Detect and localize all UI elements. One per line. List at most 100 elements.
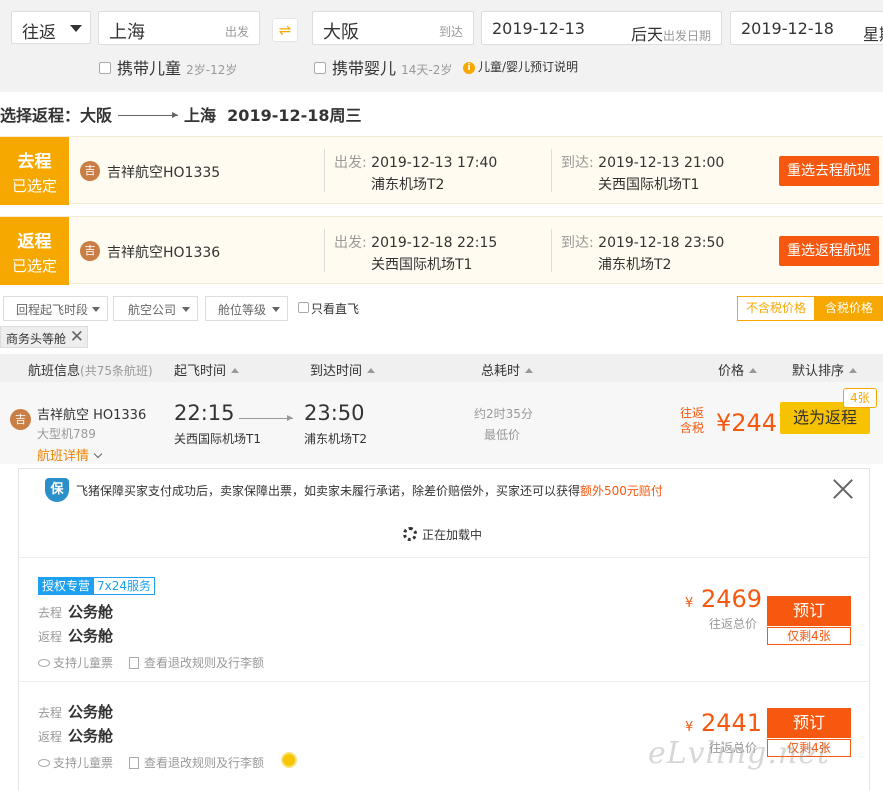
to-hint: 到达 [438, 25, 463, 39]
filter-cabin[interactable]: 舱位等级 [205, 296, 288, 321]
arr-airport: 浦东机场T2 [598, 257, 672, 273]
depart-date-hint: 出发日期 [662, 29, 711, 43]
seats-badge: 4张 [843, 388, 877, 408]
swap-cities-icon[interactable]: ⇌ [272, 18, 298, 42]
col-info-label: 航班信息 [28, 364, 81, 379]
infant-checkbox[interactable]: 携带婴儿 14天-2岁 [314, 55, 452, 79]
to-city-value: 大阪 [323, 22, 359, 43]
dep-time: 2019-12-13 17:40 [371, 155, 498, 171]
filter-airline[interactable]: 航空公司 [113, 296, 198, 321]
divider [324, 229, 325, 272]
flight-airline: 吉祥航空 HO1336 [37, 408, 147, 423]
sort-up-icon [231, 368, 240, 373]
chevron-down-icon [93, 449, 103, 459]
direct-only-checkbox[interactable]: 只看直飞 [298, 300, 359, 317]
trip-type-select[interactable]: 往返 [11, 11, 91, 44]
arr-time: 2019-12-18 23:50 [598, 235, 725, 251]
arr-label: 到达: [561, 155, 594, 171]
booking-info-link[interactable]: i 儿童/婴儿预订说明 [463, 58, 578, 75]
sort-duration[interactable]: 总耗时 [481, 360, 534, 379]
arr-time: 2019-12-13 21:00 [598, 155, 725, 171]
chevron-down-icon [182, 307, 190, 312]
price-labels: 往返 含税 [680, 406, 704, 436]
cabin-class: 公务舱 [68, 703, 114, 721]
loading-indicator: 正在加载中 [403, 526, 482, 543]
cabin-leg-label: 去程 [38, 706, 63, 720]
to-city-input[interactable]: 大阪 到达 [312, 11, 474, 45]
reselect-return-button[interactable]: 重选返程航班 [779, 236, 879, 266]
price-label-roundtrip: 往返 [680, 406, 705, 420]
return-leg-row: 返程 已选定 吉 吉祥航空HO1336 出发: 2019-12-18 22:15… [0, 216, 883, 285]
dep-time: 2019-12-18 22:15 [371, 235, 498, 251]
sort-arrival[interactable]: 到达时间 [310, 360, 376, 379]
chevron-down-icon [92, 307, 100, 312]
fare-option: 授权专营 7x24服务 去程 公务舱 返程 公务舱 支持儿童票 查看退改规则及行李额… [19, 557, 869, 680]
document-icon [129, 757, 139, 769]
total-price-label: 往返总价 [709, 617, 758, 631]
feature-label: 支持儿童票 [53, 756, 114, 770]
depart-date-input[interactable]: 2019-12-13 后天出发日期 [481, 11, 722, 45]
arr-airport: 关西国际机场T1 [598, 177, 700, 193]
book-button[interactable]: 预订 [767, 708, 851, 738]
fare-price: 2469 [701, 585, 763, 613]
return-date-input[interactable]: 2019-12-18 星期 [730, 11, 883, 45]
flight-arr-time: 23:50 [304, 401, 365, 425]
dep-label: 出发: [334, 155, 367, 171]
dep-airport: 浦东机场T2 [371, 177, 445, 193]
tax-price-toggle[interactable]: 不含税价格 含税价格 [737, 296, 883, 321]
notice-text: 飞猪保障买家支付成功后，卖家保障出票，如卖家未履行承诺，除差价赔偿外，买家还可以… [76, 482, 663, 499]
child-checkbox-box[interactable] [99, 62, 111, 74]
sort-up-icon [525, 368, 534, 373]
chip-label: 商务头等舱 [6, 332, 67, 346]
return-date-value: 2019-12-18 [741, 19, 834, 38]
airline-logo-icon: 吉 [80, 161, 100, 181]
feature-label: 查看退改规则及行李额 [144, 756, 265, 770]
sort-up-icon [849, 368, 858, 373]
flight-aircraft: 大型机789 [37, 427, 96, 441]
notice-main: 飞猪保障买家支付成功后，卖家保障出票，如卖家未履行承诺，除差价赔偿外，买家还可以… [76, 484, 581, 498]
flight-arrow-icon [239, 415, 293, 421]
feature-label: 查看退改规则及行李额 [144, 656, 265, 670]
filter-departure-time[interactable]: 回程起飞时段 [3, 296, 108, 321]
col-flight-info: 航班信息(共75条航班) [28, 360, 153, 379]
active-filter-chip[interactable]: 商务头等舱 ✕ [0, 326, 88, 348]
reselect-outbound-button[interactable]: 重选去程航班 [779, 156, 879, 186]
price-without-tax-option[interactable]: 不含税价格 [738, 297, 814, 320]
from-city-input[interactable]: 上海 出发 [98, 11, 260, 45]
book-button[interactable]: 预订 [767, 596, 851, 626]
arr-label: 到达: [561, 235, 594, 251]
filter-cabin-label: 舱位等级 [218, 303, 267, 317]
feature-label: 支持儿童票 [53, 656, 114, 670]
filter-time-label: 回程起飞时段 [16, 303, 89, 317]
outbound-tag: 去程 已选定 [0, 137, 69, 205]
close-icon[interactable] [832, 478, 854, 500]
sort-price[interactable]: 价格 [718, 360, 758, 379]
airline-logo-icon: 吉 [80, 241, 100, 261]
cabin-class: 公务舱 [68, 627, 114, 645]
infant-checkbox-box[interactable] [314, 62, 326, 74]
route-date: 2019-12-18周三 [227, 106, 362, 125]
from-city-value: 上海 [109, 22, 145, 43]
leg-tag-status: 已选定 [11, 177, 57, 195]
eye-icon [38, 759, 50, 767]
direct-only-box[interactable] [298, 302, 309, 313]
col-dep-label: 起飞时间 [174, 364, 227, 379]
close-icon[interactable]: ✕ [70, 328, 84, 346]
col-price-label: 价格 [718, 364, 745, 379]
route-prefix: 选择返程：大阪 [0, 106, 113, 125]
col-sort-label: 默认排序 [792, 364, 845, 379]
refund-rules-link[interactable]: 查看退改规则及行李额 [129, 654, 264, 671]
refund-rules-link[interactable]: 查看退改规则及行李额 [129, 754, 264, 771]
flight-details-link[interactable]: 航班详情 [37, 445, 103, 464]
sort-default[interactable]: 默认排序 [792, 360, 858, 379]
child-checkbox[interactable]: 携带儿童 2岁-12岁 [99, 55, 237, 79]
infant-label: 携带婴儿 [332, 59, 397, 78]
price-with-tax-option[interactable]: 含税价格 [814, 297, 883, 320]
currency-symbol: ¥ [685, 720, 694, 735]
document-icon [129, 657, 139, 669]
chevron-down-icon [272, 307, 280, 312]
sort-departure[interactable]: 起飞时间 [174, 360, 240, 379]
spinner-icon [403, 527, 417, 541]
flight-dep-time: 22:15 [174, 401, 235, 425]
route-arrow-icon [118, 112, 179, 118]
